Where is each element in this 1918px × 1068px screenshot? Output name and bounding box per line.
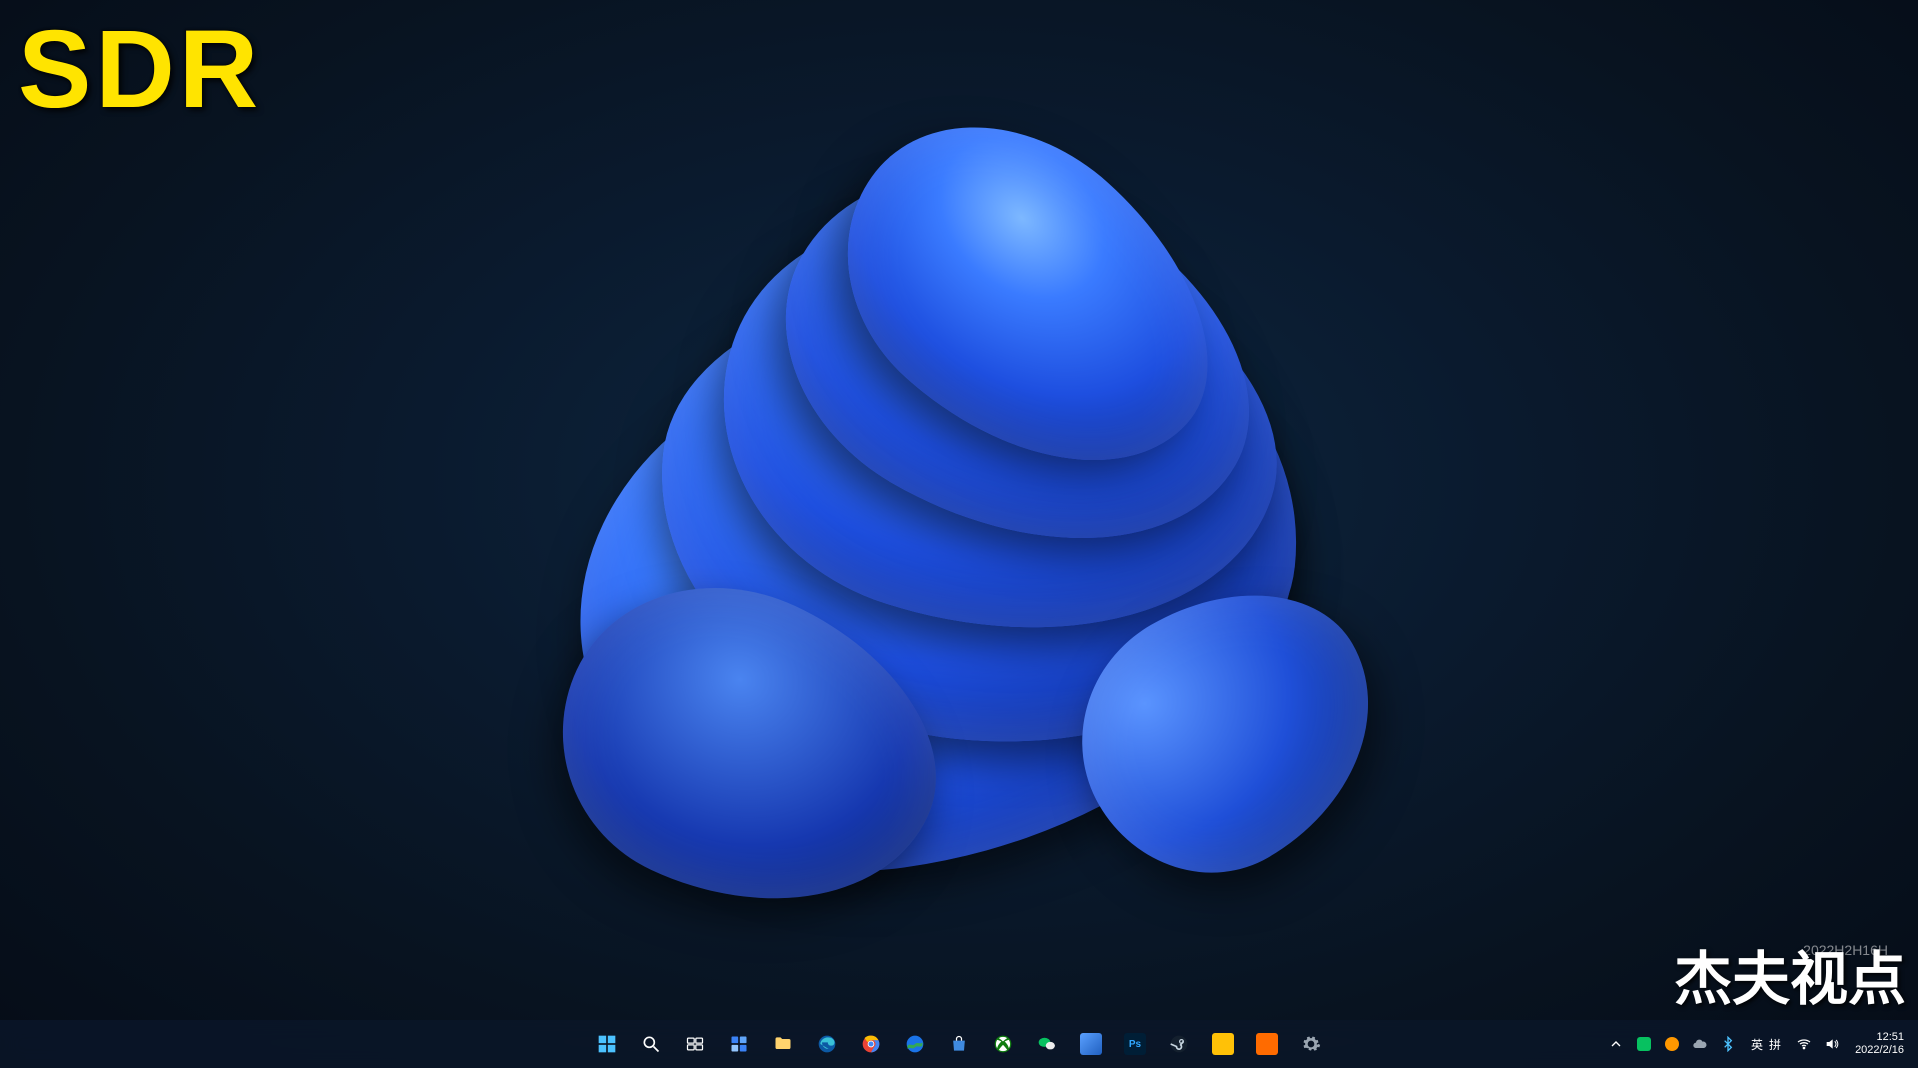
taskview-icon — [684, 1033, 706, 1055]
speaker-icon — [1824, 1036, 1840, 1052]
edge-button[interactable] — [807, 1024, 847, 1064]
file-explorer-button[interactable] — [763, 1024, 803, 1064]
start-button[interactable] — [587, 1024, 627, 1064]
chevron-up-icon — [1608, 1036, 1624, 1052]
clock-button[interactable]: 12:51 2022/2/16 — [1847, 1024, 1912, 1064]
search-button[interactable] — [631, 1024, 671, 1064]
xbox-button[interactable] — [983, 1024, 1023, 1064]
xbox-icon — [992, 1033, 1014, 1055]
tray-app-2[interactable] — [1659, 1024, 1685, 1064]
orange-app-icon — [1256, 1033, 1278, 1055]
wechat-button[interactable] — [1027, 1024, 1067, 1064]
steam-button[interactable] — [1159, 1024, 1199, 1064]
search-icon — [640, 1033, 662, 1055]
control-panel-button[interactable] — [1071, 1024, 1111, 1064]
wifi-icon — [1796, 1036, 1812, 1052]
network-button[interactable] — [1791, 1024, 1817, 1064]
tray-app-1[interactable] — [1631, 1024, 1657, 1064]
clock-time: 12:51 — [1876, 1031, 1904, 1044]
tray-dot-green-icon — [1636, 1036, 1652, 1052]
google-earth-button[interactable] — [895, 1024, 935, 1064]
gear-icon — [1300, 1033, 1322, 1055]
photoshop-button[interactable]: Ps — [1115, 1024, 1155, 1064]
ps-icon: Ps — [1124, 1033, 1146, 1055]
steam-icon — [1168, 1033, 1190, 1055]
control-icon — [1080, 1033, 1102, 1055]
app-yellow-button[interactable] — [1203, 1024, 1243, 1064]
chrome-icon — [860, 1033, 882, 1055]
ime-indicator[interactable]: 英 拼 — [1743, 1024, 1789, 1064]
windows-icon — [596, 1033, 618, 1055]
edge-icon — [816, 1033, 838, 1055]
app-orange-button[interactable] — [1247, 1024, 1287, 1064]
taskbar: Ps — [0, 1020, 1918, 1068]
tray-onedrive[interactable] — [1687, 1024, 1713, 1064]
store-icon — [948, 1033, 970, 1055]
sdr-overlay-label: SDR — [18, 6, 262, 133]
cloud-icon — [1692, 1036, 1708, 1052]
tray-dot-orange-icon — [1664, 1036, 1680, 1052]
bluetooth-icon — [1720, 1036, 1736, 1052]
folder-icon — [772, 1033, 794, 1055]
clock-date: 2022/2/16 — [1855, 1044, 1904, 1057]
app-settings-button[interactable] — [1291, 1024, 1331, 1064]
chrome-button[interactable] — [851, 1024, 891, 1064]
store-button[interactable] — [939, 1024, 979, 1064]
widgets-icon — [728, 1033, 750, 1055]
ime-mode-label: 拼 — [1769, 1036, 1781, 1053]
watermark-text: 杰夫视点 — [1674, 932, 1906, 1016]
tray-bluetooth[interactable] — [1715, 1024, 1741, 1064]
tray-overflow[interactable] — [1603, 1024, 1629, 1064]
wallpaper-bloom — [459, 80, 1459, 980]
earth-icon — [904, 1033, 926, 1055]
task-view-button[interactable] — [675, 1024, 715, 1064]
taskbar-center-group: Ps — [587, 1020, 1331, 1068]
ime-lang-label: 英 — [1751, 1036, 1763, 1053]
widgets-button[interactable] — [719, 1024, 759, 1064]
system-tray: 英 拼 12:51 2022/2/16 — [1603, 1020, 1912, 1068]
yellow-app-icon — [1212, 1033, 1234, 1055]
wechat-icon — [1036, 1033, 1058, 1055]
sound-button[interactable] — [1819, 1024, 1845, 1064]
